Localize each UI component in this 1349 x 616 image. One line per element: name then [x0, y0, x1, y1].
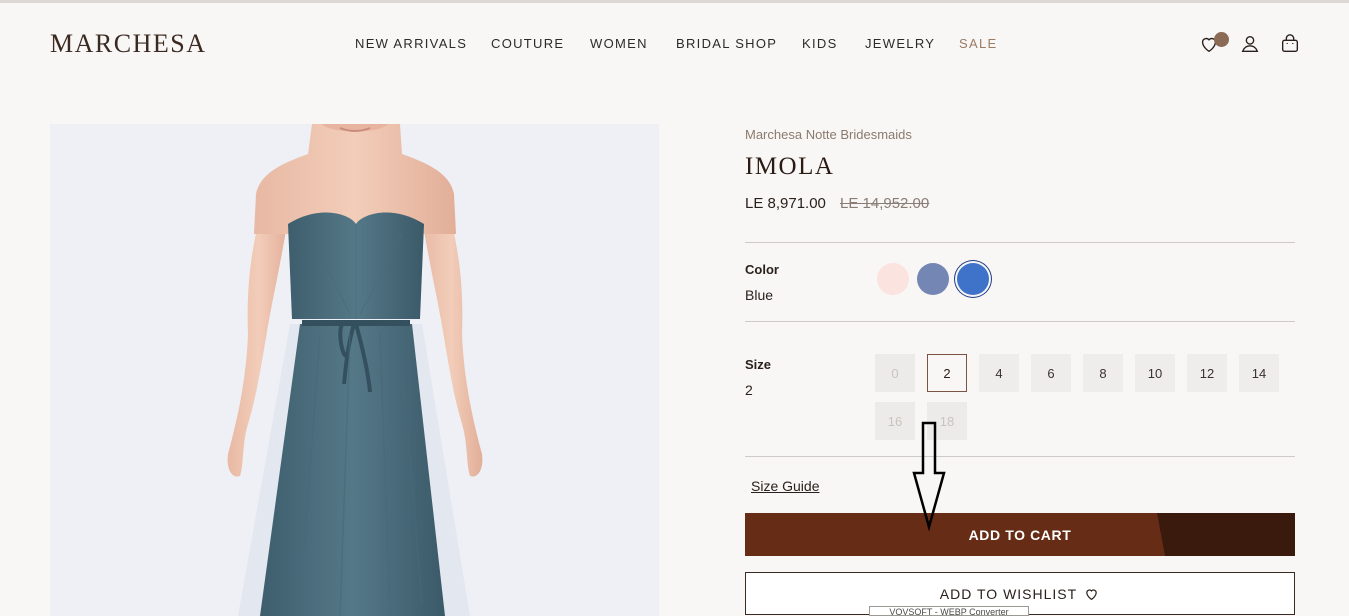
add-to-wishlist-label: ADD TO WISHLIST	[939, 585, 1078, 602]
add-to-cart-button[interactable]: ADD TO CART	[745, 513, 1295, 556]
color-swatch-blue[interactable]	[957, 263, 989, 295]
color-label: Color	[745, 262, 779, 277]
selected-size: 2	[745, 382, 753, 398]
main-nav: NEW ARRIVALS COUTURE WOMEN BRIDAL SHOP K…	[0, 36, 1349, 52]
original-price: LE 14,952.00	[840, 195, 930, 212]
divider	[745, 321, 1295, 322]
color-swatch-slate-blue[interactable]	[917, 263, 949, 295]
collection-name[interactable]: Marchesa Notte Bridesmaids	[745, 127, 912, 142]
add-to-cart-label: ADD TO CART	[968, 527, 1072, 543]
sale-price: LE 8,971.00	[745, 195, 826, 212]
size-option[interactable]: 2	[927, 354, 967, 392]
divider	[745, 242, 1295, 243]
size-option[interactable]: 16	[875, 402, 915, 440]
size-guide-link[interactable]: Size Guide	[751, 478, 819, 494]
shopping-bag-icon[interactable]	[1279, 33, 1301, 55]
size-option[interactable]: 10	[1135, 354, 1175, 392]
divider	[745, 456, 1295, 457]
site-header: MARCHESA NEW ARRIVALS COUTURE WOMEN BRID…	[0, 3, 1349, 83]
nav-women[interactable]: WOMEN	[590, 36, 648, 51]
user-icon[interactable]	[1239, 33, 1261, 55]
nav-kids[interactable]: KIDS	[802, 36, 838, 51]
size-option[interactable]: 12	[1187, 354, 1227, 392]
product-title: IMOLA	[745, 153, 835, 180]
size-option[interactable]: 6	[1031, 354, 1071, 392]
size-option[interactable]: 18	[927, 402, 967, 440]
size-option[interactable]: 4	[979, 354, 1019, 392]
size-label: Size	[745, 357, 772, 372]
size-option[interactable]: 8	[1083, 354, 1123, 392]
nav-bridal-shop[interactable]: BRIDAL SHOP	[676, 36, 777, 51]
nav-sale[interactable]: SALE	[959, 36, 997, 51]
product-image[interactable]	[50, 124, 659, 616]
heart-icon	[1083, 586, 1100, 602]
color-swatch-pink[interactable]	[877, 263, 909, 295]
nav-new-arrivals[interactable]: NEW ARRIVALS	[355, 36, 467, 51]
nav-couture[interactable]: COUTURE	[491, 36, 564, 51]
size-option[interactable]: 14	[1239, 354, 1279, 392]
converter-watermark-tag: VOVSOFT - WEBP Converter	[869, 606, 1029, 616]
nav-jewelry[interactable]: JEWELRY	[865, 36, 935, 51]
wishlist-count-dot	[1214, 32, 1229, 47]
size-option[interactable]: 0	[875, 354, 915, 392]
selected-color: Blue	[745, 287, 774, 303]
